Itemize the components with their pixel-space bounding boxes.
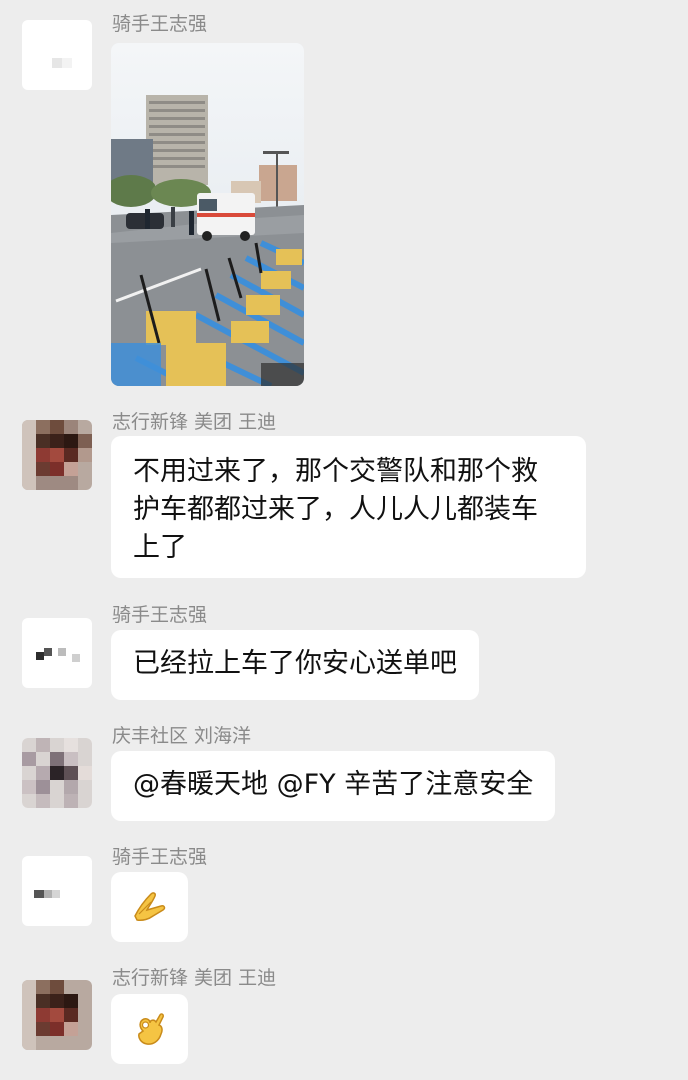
emoji-bubble[interactable] [111, 872, 188, 942]
sender-name: 庆丰社区 刘海洋 [112, 725, 252, 747]
message-bubble[interactable]: 不用过来了，那个交警队和那个救 护车都都过来了，人儿人儿都装车 上了 [111, 436, 586, 578]
avatar-rider-wang[interactable] [22, 20, 92, 90]
sender-name: 骑手王志强 [112, 604, 208, 626]
ok-hand-emoji [137, 1013, 164, 1045]
emoji-bubble[interactable] [111, 994, 188, 1064]
street-bikes-ambulance-photo [111, 43, 304, 386]
sender-name: 志行新锋 美团 王迪 [112, 967, 277, 989]
avatar-liu-haiyang[interactable] [22, 738, 92, 808]
avatar-wang-di[interactable] [22, 420, 92, 490]
message-line: 上了 [133, 532, 187, 563]
sender-name: 骑手王志强 [112, 13, 208, 35]
message-line: 护车都都过来了，人儿人儿都装车 [133, 494, 538, 525]
message-line: 不用过来了，那个交警队和那个救 [133, 456, 538, 487]
sender-name: 骑手王志强 [112, 846, 208, 868]
avatar-wang-di[interactable] [22, 980, 92, 1050]
message-text: 已经拉上车了你安心送单吧 [133, 648, 457, 679]
message-bubble[interactable]: @春暖天地 @FY 辛苦了注意安全 [111, 751, 556, 821]
message-text: @春暖天地 @FY 辛苦了注意安全 [133, 769, 534, 800]
avatar-rider-wang[interactable] [22, 618, 92, 688]
chat-photo[interactable] [111, 43, 304, 386]
avatar-rider-wang[interactable] [22, 856, 92, 926]
hand-gesture-emoji [133, 892, 165, 921]
message-bubble[interactable]: 已经拉上车了你安心送单吧 [111, 630, 479, 700]
sender-name: 志行新锋 美团 王迪 [112, 411, 277, 433]
